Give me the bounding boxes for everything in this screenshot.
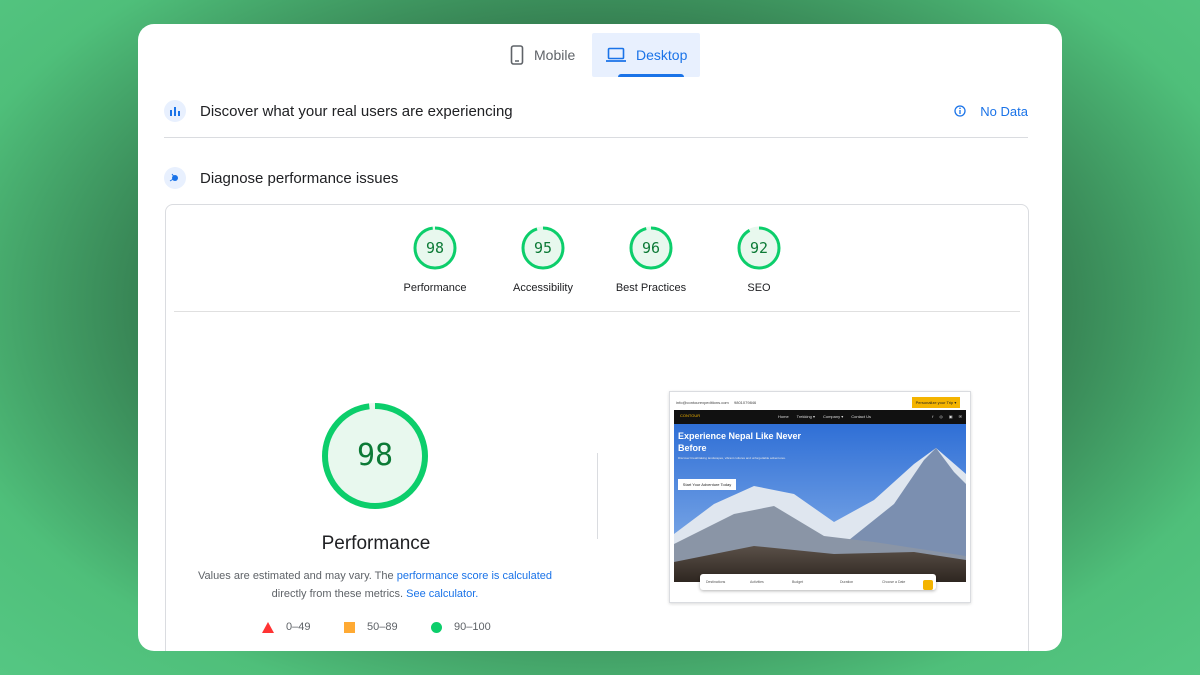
thumb-hero-title: Experience Nepal Like Never Before	[678, 431, 802, 453]
lighthouse-icon	[164, 167, 186, 189]
final-screenshot[interactable]: info@contourexpeditions.com 9801079846 P…	[669, 391, 971, 603]
gauge-performance[interactable]: 98 Performance	[380, 225, 490, 294]
thumb-nav-link: Home	[778, 414, 789, 419]
mail-icon: ✉	[958, 414, 962, 419]
thumb-search-bar: Destinations Activities Budget Duration …	[700, 574, 936, 590]
legend-average: 50–89	[344, 621, 398, 633]
thumb-search-field: Budget	[792, 580, 804, 584]
gauge-label: Best Practices	[615, 282, 687, 294]
gauge-accessibility[interactable]: 95 Accessibility	[488, 225, 598, 294]
gauge-score: 92	[749, 239, 769, 257]
gauges-divider	[174, 311, 1020, 312]
performance-title: Performance	[321, 533, 431, 554]
legend-average-range: 50–89	[367, 621, 398, 633]
tab-mobile[interactable]: Mobile	[502, 33, 590, 77]
square-icon	[344, 621, 355, 633]
thumb-email: info@contourexpeditions.com	[676, 400, 729, 405]
tab-mobile-label: Mobile	[534, 47, 576, 63]
gauge-score: 95	[533, 239, 553, 257]
gauge-score: 96	[641, 239, 661, 257]
thumb-logo: CONTOUR	[680, 413, 701, 418]
thumb-nav-link: Trekking ▾	[796, 414, 815, 419]
thumb-nav-link: Company ▾	[822, 414, 844, 419]
pagespeed-card: Mobile Desktop Discover what your real u…	[138, 24, 1062, 651]
legend-fail: 0–49	[262, 621, 310, 633]
performance-note: Values are estimated and may vary. The p…	[192, 567, 558, 603]
lighthouse-report: 98 Performance 95 Accessibility 96 Best …	[165, 204, 1029, 651]
see-calculator-link[interactable]: See calculator.	[406, 588, 478, 600]
legend-pass: 90–100	[431, 621, 491, 633]
section-divider	[164, 137, 1028, 138]
thumb-phone: 9801079846	[734, 400, 757, 405]
tab-desktop-label: Desktop	[636, 47, 688, 63]
note-text-2: directly from these metrics.	[271, 588, 407, 600]
score-calculated-link[interactable]: performance score is calculated	[397, 570, 552, 582]
legend-pass-range: 90–100	[454, 621, 491, 633]
tab-desktop[interactable]: Desktop	[592, 33, 700, 77]
thumb-topbar: info@contourexpeditions.com 9801079846 P…	[674, 396, 966, 410]
thumb-navbar: CONTOUR Home Trekking ▾ Company ▾ Contac…	[674, 410, 966, 424]
thumb-hero-subtitle: Discover breathtaking landscapes, vibran…	[678, 456, 786, 460]
thumb-social-icons: f ◎ ▣ ✉	[932, 414, 962, 419]
field-data-row: Discover what your real users are experi…	[164, 98, 1028, 124]
thumb-search-button	[923, 580, 933, 590]
no-data-status[interactable]: No Data	[954, 104, 1028, 119]
phone-icon	[510, 45, 524, 65]
legend-fail-range: 0–49	[286, 621, 311, 633]
gauge-best-practices[interactable]: 96 Best Practices	[596, 225, 706, 294]
instagram-icon: ◎	[939, 414, 943, 419]
gauge-score: 98	[425, 239, 445, 257]
gauge-label: SEO	[747, 282, 771, 294]
thumb-cta-button: Personalize your Trip ▾	[912, 397, 960, 408]
triangle-icon	[262, 621, 274, 633]
field-data-title: Discover what your real users are experi…	[200, 102, 513, 120]
diagnose-row: Diagnose performance issues	[164, 165, 1028, 191]
users-chart-icon	[164, 100, 186, 122]
thumb-nav-link: Contact Us	[851, 414, 872, 419]
thumb-search-field: Destinations	[706, 580, 726, 584]
facebook-icon: f	[932, 414, 934, 419]
circle-icon	[431, 621, 442, 633]
thumb-hero-button: Start Your Adventure Today	[678, 479, 736, 490]
no-data-label: No Data	[980, 103, 1028, 119]
vertical-divider	[597, 453, 598, 539]
gauge-label: Performance	[403, 282, 467, 294]
thumb-search-field: Choose a Date	[882, 580, 906, 584]
youtube-icon: ▣	[948, 414, 953, 419]
performance-score: 98	[356, 438, 394, 473]
thumb-search-field: Activities	[750, 580, 764, 584]
device-tabs: Mobile Desktop	[138, 33, 1062, 77]
gauge-label: Accessibility	[513, 282, 573, 294]
laptop-icon	[606, 47, 626, 63]
thumb-search-field: Duration	[840, 580, 854, 584]
score-gauges: 98 Performance 95 Accessibility 96 Best …	[166, 225, 1028, 305]
thumb-nav-links: Home Trekking ▾ Company ▾ Contact Us	[778, 414, 871, 419]
diagnose-title: Diagnose performance issues	[200, 169, 399, 187]
gauge-seo[interactable]: 92 SEO	[704, 225, 814, 294]
note-text: Values are estimated and may vary. The	[197, 570, 397, 582]
info-icon	[954, 105, 966, 117]
